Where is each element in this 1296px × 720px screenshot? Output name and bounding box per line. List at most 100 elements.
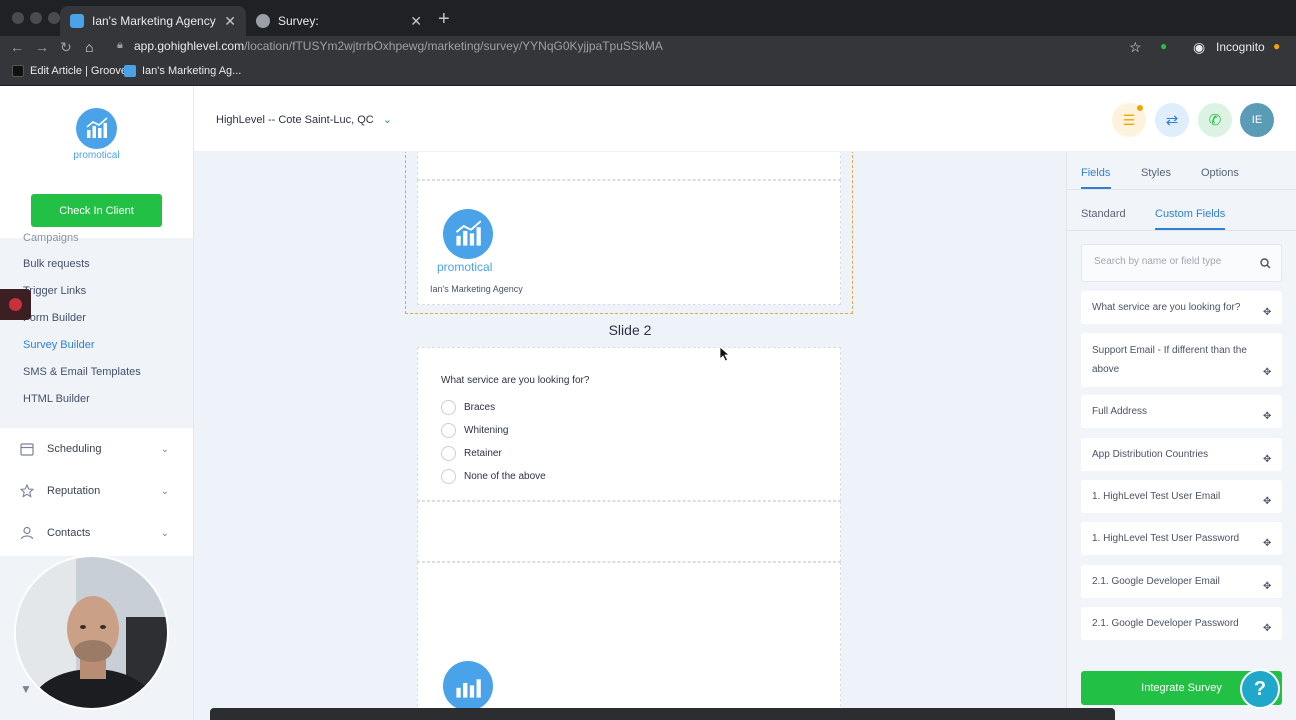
chart-logo-icon (443, 661, 493, 711)
sidebar-item-campaigns[interactable]: Campaigns (23, 232, 79, 244)
close-tab-icon[interactable]: ✕ (224, 13, 236, 30)
globe-icon (256, 14, 270, 28)
radio-circle[interactable] (441, 469, 456, 484)
custom-field-item[interactable]: Support Email - If different than the ab… (1081, 333, 1282, 387)
custom-field-item[interactable]: 2.1. Google Developer Password ✥ (1081, 607, 1282, 640)
bookmark-item[interactable]: Ian's Marketing Ag... (124, 65, 241, 77)
tab-fields[interactable]: Fields (1081, 167, 1110, 179)
survey-footer-block[interactable] (417, 562, 841, 720)
move-icon[interactable]: ✥ (1263, 450, 1273, 465)
question-block[interactable]: What service are you looking for? Braces… (417, 347, 841, 501)
notification-dot (1137, 105, 1143, 111)
brand-logo[interactable] (76, 108, 117, 149)
new-tab-icon[interactable]: + (438, 8, 450, 31)
radio-option[interactable]: Whitening (441, 423, 508, 438)
window-maximize-dot[interactable] (48, 12, 60, 24)
move-icon[interactable]: ✥ (1263, 577, 1273, 592)
move-icon[interactable]: ✥ (1263, 534, 1273, 549)
fields-panel: Fields Styles Options Standard Custom Fi… (1066, 152, 1296, 720)
filter-icon[interactable]: ▼ (20, 682, 32, 696)
tab-custom-fields[interactable]: Custom Fields (1155, 208, 1225, 220)
window-minimize-dot[interactable] (30, 12, 42, 24)
location-switcher[interactable]: HighLevel -- Cote Saint-Luc, QC ⌄ (216, 113, 392, 126)
extension-icon[interactable]: ● (1160, 39, 1167, 53)
sidebar-group-scheduling[interactable]: Scheduling ⌄ (0, 428, 193, 470)
reload-icon[interactable]: ↻ (60, 39, 72, 56)
sidebar-group-reputation[interactable]: Reputation ⌄ (0, 470, 193, 512)
profile-avatar-icon[interactable]: ● (1273, 39, 1280, 53)
move-icon[interactable]: ✥ (1263, 407, 1273, 422)
tab-options[interactable]: Options (1201, 167, 1239, 179)
bookmark-star-icon[interactable]: ☆ (1129, 39, 1142, 56)
tasks-button[interactable]: ☰ (1112, 103, 1146, 137)
window-close-dot[interactable] (12, 12, 24, 24)
radio-circle[interactable] (441, 423, 456, 438)
custom-field-item[interactable]: What service are you looking for? ✥ (1081, 291, 1282, 324)
forward-icon[interactable]: → (35, 39, 49, 55)
custom-field-item[interactable]: App Distribution Countries ✥ (1081, 438, 1282, 471)
back-icon[interactable]: ← (10, 39, 24, 55)
custom-field-item[interactable]: 1. HighLevel Test User Email ✥ (1081, 480, 1282, 513)
move-icon[interactable]: ✥ (1263, 492, 1273, 507)
screen-recorder-toolbar[interactable] (210, 708, 1115, 720)
tab-title: Survey: (278, 14, 319, 28)
field-search[interactable] (1081, 244, 1282, 282)
search-input[interactable] (1094, 256, 1254, 267)
browser-tab-bar: Ian's Marketing Agency ✕ Survey: ✕ + (0, 0, 1296, 36)
lock-icon: 🔒︎ (117, 39, 123, 51)
radio-circle[interactable] (441, 400, 456, 415)
question-label: What service are you looking for? (441, 375, 590, 386)
url-domain: app.gohighlevel.com (134, 39, 245, 53)
bookmark-item[interactable]: Edit Article | Groove (12, 65, 127, 77)
star-icon (20, 484, 34, 498)
bookmark-label: Ian's Marketing Ag... (142, 65, 242, 77)
browser-tab[interactable]: Survey: ✕ (246, 6, 432, 36)
tab-styles[interactable]: Styles (1141, 167, 1171, 179)
field-label: Full Address (1092, 406, 1148, 417)
webcam-overlay (14, 555, 169, 710)
browser-tab-active[interactable]: Ian's Marketing Agency ✕ (60, 6, 246, 36)
phone-button[interactable]: ✆ (1198, 103, 1232, 137)
sidebar-item-survey-builder[interactable]: Survey Builder (23, 339, 95, 351)
empty-block[interactable] (417, 501, 841, 562)
sidebar-item-html-builder[interactable]: HTML Builder (23, 393, 90, 405)
check-in-client-button[interactable]: Check In Client (31, 194, 162, 227)
field-label: Support Email - If different than the ab… (1092, 345, 1247, 375)
survey-header-block[interactable]: promotical Ian's Marketing Agency (417, 180, 841, 305)
chevron-down-icon: ⌄ (382, 114, 393, 126)
phone-icon: ✆ (1208, 112, 1222, 129)
sidebar-item-bulk-requests[interactable]: Bulk requests (23, 258, 90, 270)
chevron-down-icon: ⌄ (160, 443, 169, 455)
switch-button[interactable]: ⇄ (1155, 103, 1189, 137)
slide-title: Slide 2 (608, 322, 652, 338)
custom-field-item[interactable]: Full Address ✥ (1081, 395, 1282, 428)
search-icon[interactable] (1260, 258, 1271, 269)
url-path: /location/fTUSYm2wjtrrbOxhpewg/marketing… (244, 39, 663, 53)
bookmark-label: Edit Article | Groove (30, 65, 128, 77)
divider (1067, 189, 1296, 190)
custom-field-item[interactable]: 1. HighLevel Test User Password ✥ (1081, 522, 1282, 555)
move-icon[interactable]: ✥ (1263, 303, 1273, 318)
header-caption: Ian's Marketing Agency (430, 284, 523, 294)
help-button[interactable]: ? (1240, 669, 1280, 709)
sidebar-item-sms-email-templates[interactable]: SMS & Email Templates (23, 366, 141, 378)
custom-field-item[interactable]: 2.1. Google Developer Email ✥ (1081, 565, 1282, 598)
radio-option[interactable]: Retainer (441, 446, 502, 461)
calendar-icon (20, 443, 34, 456)
home-icon[interactable]: ⌂ (85, 39, 93, 55)
close-tab-icon[interactable]: ✕ (410, 13, 422, 30)
sidebar-group-contacts[interactable]: Contacts ⌄ (0, 512, 193, 554)
location-name: HighLevel -- Cote Saint-Luc, QC (216, 114, 374, 126)
sidebar-item-trigger-links[interactable]: Trigger Links (23, 285, 86, 297)
move-icon[interactable]: ✥ (1263, 619, 1273, 634)
sidebar-item-form-builder[interactable]: Form Builder (23, 312, 86, 324)
radio-option[interactable]: Braces (441, 400, 495, 415)
tab-standard[interactable]: Standard (1081, 208, 1126, 220)
user-avatar[interactable]: IE (1240, 103, 1274, 137)
recording-indicator[interactable] (0, 289, 31, 320)
move-icon[interactable]: ✥ (1263, 363, 1273, 378)
address-bar[interactable]: app.gohighlevel.com/location/fTUSYm2wjtr… (134, 39, 663, 53)
radio-circle[interactable] (441, 446, 456, 461)
radio-option[interactable]: None of the above (441, 469, 546, 484)
option-label: Braces (464, 402, 496, 413)
